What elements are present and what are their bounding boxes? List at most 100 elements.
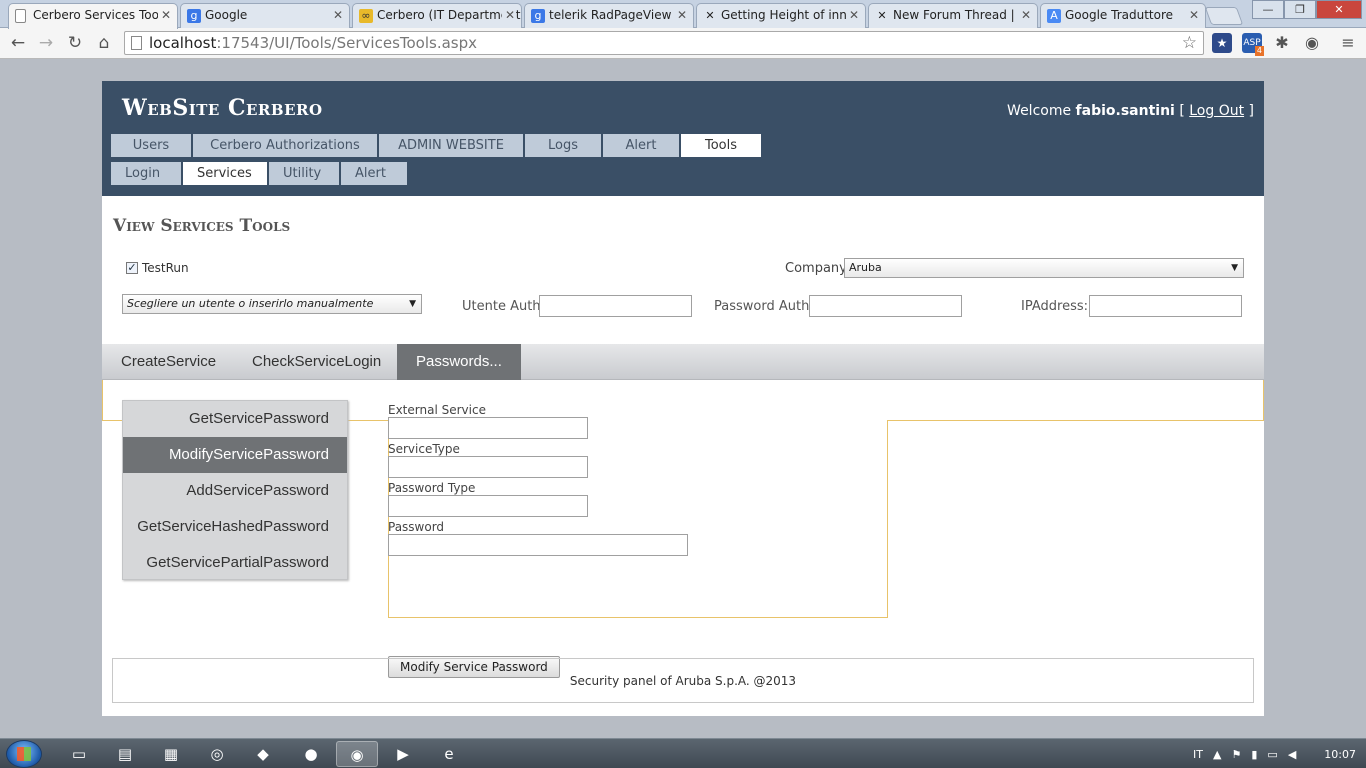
volume-icon[interactable]: ◀	[1288, 748, 1296, 761]
browser-tab-title: telerik RadPageView b	[549, 8, 683, 22]
service-type-input[interactable]	[388, 456, 588, 478]
home-icon[interactable]: ⌂	[92, 32, 116, 54]
vtab-get-service-password[interactable]: GetServicePassword	[123, 401, 347, 437]
browser-tab-getting-height[interactable]: ✕ Getting Height of inne ✕	[696, 3, 866, 28]
circle-extension-icon[interactable]: ◉	[1302, 33, 1322, 53]
notepad-icon[interactable]: ▤	[104, 741, 146, 767]
password-input[interactable]	[388, 534, 688, 556]
chrome-icon[interactable]: ◉	[336, 741, 378, 767]
user-select[interactable]: Scegliere un utente o inserirlo manualme…	[122, 294, 422, 314]
menu-item-admin-website[interactable]: ADMIN WEBSITE	[378, 133, 524, 158]
logout-bracket-open: [	[1179, 103, 1185, 119]
tab-create-service[interactable]: CreateService	[102, 344, 235, 380]
utente-auth-label: Utente Auth:	[462, 299, 545, 314]
company-select[interactable]: Aruba ▼	[844, 258, 1244, 278]
tray-expand-icon[interactable]: ▲	[1213, 748, 1221, 761]
firefox-icon[interactable]: ●	[290, 741, 332, 767]
bug-extension-icon[interactable]: ✱	[1272, 33, 1292, 53]
testrun-checkbox[interactable]: ✓	[126, 262, 138, 274]
window-close-icon[interactable]: ✕	[1316, 0, 1362, 19]
tool-icon[interactable]: ◆	[242, 741, 284, 767]
browser-tab-new-forum-thread[interactable]: ✕ New Forum Thread | T ✕	[868, 3, 1038, 28]
os-taskbar: ▭ ▤ ▦ ◎ ◆ ● ◉ ▶ e IT ▲ ⚑ ▮ ▭ ◀ 10:07	[0, 738, 1366, 768]
address-bar[interactable]: localhost:17543/UI/Tools/ServicesTools.a…	[124, 31, 1204, 55]
menu-item-cerbero-authorizations[interactable]: Cerbero Authorizations	[192, 133, 378, 158]
vtab-get-service-hashed-password[interactable]: GetServiceHashedPassword	[123, 509, 347, 545]
translate-icon: A	[1047, 9, 1061, 23]
close-icon[interactable]: ✕	[845, 8, 859, 22]
company-label: Company	[785, 261, 847, 276]
password-auth-label: Password Auth:	[714, 299, 814, 314]
vtab-get-service-partial-password[interactable]: GetServicePartialPassword	[123, 545, 347, 581]
browser-tab-cerbero-it[interactable]: ∞ Cerbero (IT Department) ✕	[352, 3, 522, 28]
vtab-modify-service-password[interactable]: ModifyServicePassword	[123, 437, 347, 473]
maximize-icon[interactable]: ❐	[1284, 0, 1316, 19]
aspnet-extension-icon[interactable]: ASP 4	[1242, 33, 1264, 56]
clock[interactable]: 10:07	[1324, 748, 1356, 761]
url-path: :17543/UI/Tools/ServicesTools.aspx	[216, 34, 478, 52]
close-icon[interactable]: ✕	[157, 8, 171, 22]
reload-icon[interactable]: ↻	[63, 32, 87, 54]
browser-tab-strip: Cerbero Services Tools ✕ g Google ✕ ∞ Ce…	[0, 0, 1366, 29]
tab-check-service-login[interactable]: CheckServiceLogin	[233, 344, 400, 380]
menu-item-users[interactable]: Users	[110, 133, 192, 158]
browser-tab-title: New Forum Thread | T	[893, 8, 1026, 22]
primary-menu: Users Cerbero Authorizations ADMIN WEBSI…	[110, 133, 762, 158]
bookmark-extension-icon[interactable]: ★	[1212, 33, 1232, 53]
vtab-add-service-password[interactable]: AddServicePassword	[123, 473, 347, 509]
telerik-icon: ✕	[877, 9, 887, 22]
telerik-icon: ✕	[705, 9, 715, 22]
browser-tab-google-traduttore[interactable]: A Google Traduttore ✕	[1040, 3, 1206, 28]
logout-link[interactable]: Log Out	[1189, 103, 1244, 119]
menu-icon[interactable]: ≡	[1338, 33, 1358, 53]
ipaddress-input[interactable]	[1089, 295, 1242, 317]
flag-icon[interactable]: ⚑	[1231, 748, 1241, 761]
submenu-item-alert[interactable]: Alert	[340, 161, 408, 186]
submenu-item-login[interactable]: Login	[110, 161, 182, 186]
external-service-input[interactable]	[388, 417, 588, 439]
browser-toolbar: ← → ↻ ⌂ localhost:17543/UI/Tools/Service…	[0, 28, 1366, 59]
google-icon: g	[187, 9, 201, 23]
forward-arrow-icon[interactable]: →	[34, 32, 58, 54]
infinity-icon: ∞	[359, 9, 373, 23]
page-container: WebSite Cerbero Welcome fabio.santini [ …	[102, 81, 1264, 716]
close-icon[interactable]: ✕	[501, 8, 515, 22]
testrun-checkbox-row: ✓ TestRun	[126, 261, 189, 275]
password-type-label: Password Type	[388, 481, 476, 495]
browser-tab-google[interactable]: g Google ✕	[180, 3, 350, 28]
network-icon[interactable]: ▦	[150, 741, 192, 767]
welcome-message: Welcome fabio.santini [ Log Out ]	[1007, 103, 1254, 119]
menu-item-alert[interactable]: Alert	[602, 133, 680, 158]
display-icon[interactable]: ▭	[1267, 748, 1277, 761]
visual-studio-icon[interactable]: ▶	[382, 741, 424, 767]
bookmark-star-icon[interactable]: ☆	[1182, 32, 1197, 54]
close-icon[interactable]: ✕	[1185, 8, 1199, 22]
menu-item-tools[interactable]: Tools	[680, 133, 762, 158]
start-button[interactable]	[6, 740, 42, 768]
minimize-icon[interactable]: —	[1252, 0, 1284, 19]
site-title: WebSite Cerbero	[122, 95, 323, 121]
explorer-icon[interactable]: ▭	[58, 741, 100, 767]
submenu-item-services[interactable]: Services	[182, 161, 268, 186]
menu-item-logs[interactable]: Logs	[524, 133, 602, 158]
extension-badge: 4	[1254, 46, 1264, 56]
password-auth-input[interactable]	[809, 295, 962, 317]
window-controls: — ❐ ✕	[1252, 0, 1362, 19]
utente-auth-input[interactable]	[539, 295, 692, 317]
back-arrow-icon[interactable]: ←	[6, 32, 30, 54]
browser-tab-title: Google Traduttore	[1065, 8, 1174, 22]
submenu-item-utility[interactable]: Utility	[268, 161, 340, 186]
password-type-input[interactable]	[388, 495, 588, 517]
close-icon[interactable]: ✕	[329, 8, 343, 22]
media-icon[interactable]: ◎	[196, 741, 238, 767]
close-icon[interactable]: ✕	[1017, 8, 1031, 22]
internet-explorer-icon[interactable]: e	[428, 741, 470, 767]
browser-tab-title: Google	[205, 8, 248, 22]
new-tab-button[interactable]	[1204, 7, 1244, 25]
browser-tab-cerbero-services[interactable]: Cerbero Services Tools ✕	[8, 3, 178, 29]
battery-icon[interactable]: ▮	[1251, 748, 1257, 761]
tab-passwords[interactable]: Passwords...	[397, 344, 521, 380]
close-icon[interactable]: ✕	[673, 8, 687, 22]
browser-tab-telerik-search[interactable]: g telerik RadPageView b ✕	[524, 3, 694, 28]
language-indicator[interactable]: IT	[1193, 748, 1203, 761]
